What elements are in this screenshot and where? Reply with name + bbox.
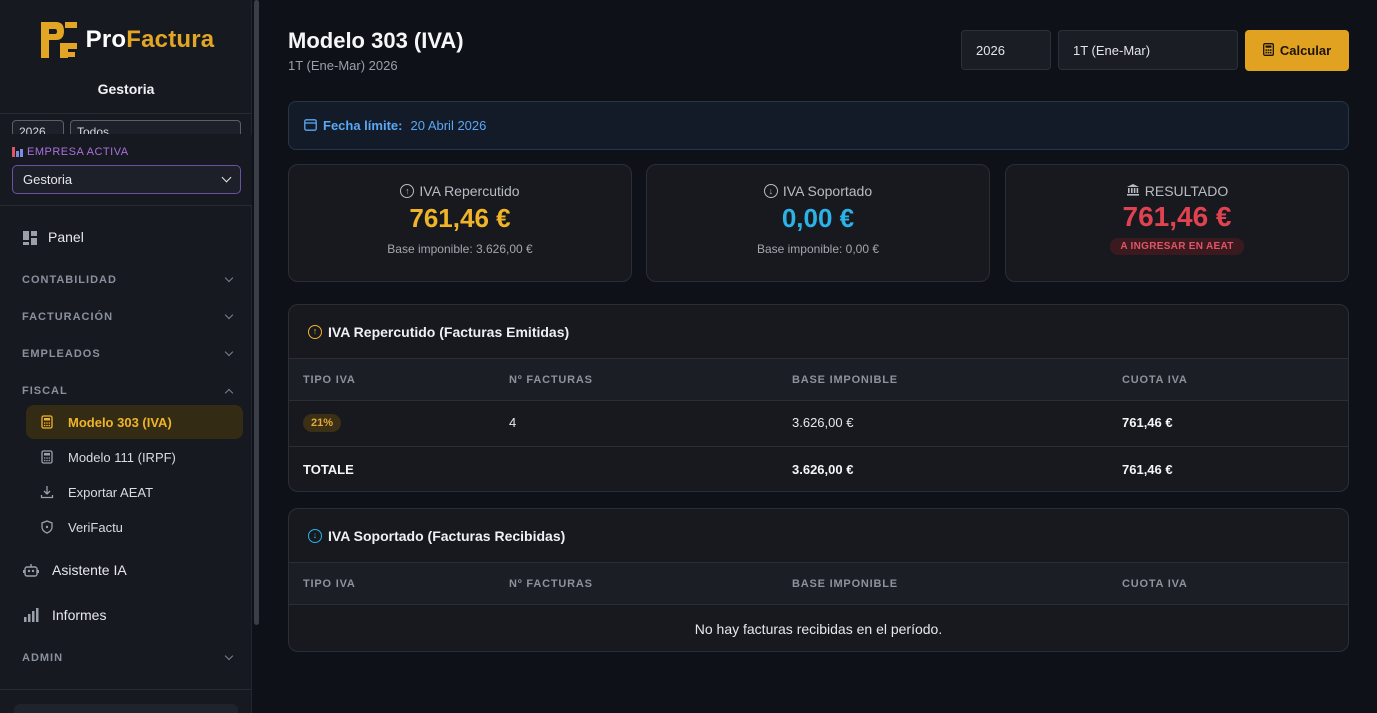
chevron-down-icon bbox=[224, 347, 234, 357]
brand-name: ProFactura bbox=[85, 26, 215, 53]
arrow-down-circle-icon: ↓ bbox=[763, 184, 778, 198]
company-select[interactable]: Gestoria bbox=[12, 165, 241, 194]
active-company-block: EMPRESA ACTIVA Gestoria bbox=[0, 135, 252, 205]
sidebar-footer-box[interactable] bbox=[14, 704, 238, 713]
column-header: TIPO IVA bbox=[303, 374, 356, 386]
sidebar-item-exportar-aeat[interactable]: Exportar AEAT bbox=[26, 475, 243, 509]
download-icon bbox=[40, 485, 54, 499]
deadline-banner: Fecha límite: 20 Abril 2026 bbox=[288, 101, 1349, 150]
iva-soportado-card: ↓ IVA Soportado 0,00 € Base imponible: 0… bbox=[646, 164, 990, 282]
arrow-down-circle-icon: ↓ bbox=[308, 528, 322, 543]
base-imponible: 3.626,00 € bbox=[792, 415, 854, 430]
resultado-value: 761,46 € bbox=[1122, 201, 1232, 232]
arrow-up-circle-icon: ↑ bbox=[308, 324, 322, 339]
card-title: RESULTADO bbox=[1006, 183, 1348, 199]
sidebar-section-empleados[interactable]: EMPLEADOS bbox=[22, 346, 234, 362]
chevron-down-icon bbox=[224, 651, 234, 661]
mini-filters: 2026 Todos bbox=[12, 120, 241, 134]
sidebar-scrollbar[interactable] bbox=[254, 0, 259, 625]
period-select[interactable]: 1T (Ene-Mar) bbox=[1058, 30, 1238, 70]
table-row: 21% 4 3.626,00 € 761,46 € bbox=[289, 401, 1348, 447]
calculator-icon bbox=[40, 450, 54, 464]
dashboard-icon bbox=[22, 230, 37, 245]
chevron-down-icon bbox=[221, 172, 232, 183]
total-base: 3.626,00 € bbox=[792, 462, 854, 477]
column-header: Nº FACTURAS bbox=[509, 374, 593, 386]
iva-soportado-value: 0,00 € bbox=[781, 203, 855, 233]
resultado-card: RESULTADO 761,46 € A INGRESAR EN AEAT bbox=[1005, 164, 1349, 282]
sidebar-item-modelo-111[interactable]: Modelo 111 (IRPF) bbox=[26, 440, 243, 474]
page-subtitle: 1T (Ene-Mar) 2026 bbox=[288, 58, 398, 73]
total-cuota: 761,46 € bbox=[1122, 462, 1173, 477]
sidebar-item-asistente-ia[interactable]: Asistente IA bbox=[22, 558, 127, 582]
robot-icon bbox=[22, 562, 40, 578]
bar-chart-icon bbox=[22, 607, 40, 623]
year-select[interactable]: 2026 bbox=[961, 30, 1051, 70]
cuota-iva: 761,46 € bbox=[1122, 415, 1173, 430]
chevron-down-icon bbox=[224, 310, 234, 320]
total-label: TOTALE bbox=[303, 462, 354, 477]
chevron-up-icon bbox=[224, 388, 234, 398]
divider bbox=[0, 205, 252, 206]
iva-repercutido-card: ↑ IVA Repercutido 761,46 € Base imponibl… bbox=[288, 164, 632, 282]
column-header: CUOTA IVA bbox=[1122, 578, 1188, 590]
sidebar-section-admin[interactable]: ADMIN bbox=[22, 650, 234, 666]
table-total-row: TOTALE 3.626,00 € 761,46 € bbox=[289, 447, 1348, 491]
year-mini-select[interactable]: 2026 bbox=[12, 120, 64, 134]
column-header: CUOTA IVA bbox=[1122, 374, 1188, 386]
main-content: Modelo 303 (IVA) 1T (Ene-Mar) 2026 2026 … bbox=[260, 0, 1377, 713]
chart-icon bbox=[12, 147, 23, 157]
card-title: ↓ IVA Soportado bbox=[647, 183, 989, 199]
sidebar-item-modelo-303[interactable]: Modelo 303 (IVA) bbox=[26, 405, 243, 439]
bank-icon bbox=[1126, 183, 1140, 199]
divider bbox=[0, 689, 252, 690]
sidebar: ProFactura Gestoria 2026 Todos EMPRESA A… bbox=[0, 0, 252, 713]
calculator-icon bbox=[1262, 42, 1274, 59]
sidebar-item-verifactu[interactable]: VeriFactu bbox=[26, 510, 243, 544]
active-company-label: EMPRESA ACTIVA bbox=[12, 146, 129, 158]
arrow-up-circle-icon: ↑ bbox=[400, 184, 415, 198]
company-heading: Gestoria bbox=[97, 81, 155, 97]
tipo-iva-badge: 21% bbox=[303, 414, 342, 432]
empty-state-message: No hay facturas recibidas en el período. bbox=[694, 621, 943, 637]
deadline-label: Fecha límite: bbox=[323, 118, 403, 133]
iva-soportado-panel: ↓ IVA Soportado (Facturas Recibidas) TIP… bbox=[288, 508, 1349, 652]
table-header: TIPO IVA Nº FACTURAS BASE IMPONIBLE CUOT… bbox=[289, 359, 1348, 401]
iva-repercutido-panel: ↑ IVA Repercutido (Facturas Emitidas) TI… bbox=[288, 304, 1349, 492]
shield-icon bbox=[40, 520, 54, 534]
profactura-logo-icon bbox=[38, 19, 80, 61]
facturas-count: 4 bbox=[509, 415, 517, 430]
filter-mini-select[interactable]: Todos bbox=[70, 120, 241, 134]
chevron-down-icon bbox=[224, 273, 234, 283]
deadline-value: 20 Abril 2026 bbox=[410, 118, 487, 133]
iva-repercutido-base: Base imponible: 3.626,00 € bbox=[387, 242, 533, 256]
divider bbox=[0, 113, 252, 114]
status-badge: A INGRESAR EN AEAT bbox=[1110, 238, 1244, 255]
panel-title: ↑ IVA Repercutido (Facturas Emitidas) bbox=[289, 305, 1348, 359]
column-header: Nº FACTURAS bbox=[509, 578, 593, 590]
column-header: TIPO IVA bbox=[303, 578, 356, 590]
sidebar-item-informes[interactable]: Informes bbox=[22, 603, 106, 627]
calcular-button[interactable]: Calcular bbox=[1245, 30, 1349, 71]
sidebar-item-panel[interactable]: Panel bbox=[22, 225, 84, 249]
sidebar-section-contabilidad[interactable]: CONTABILIDAD bbox=[22, 272, 234, 288]
brand[interactable]: ProFactura bbox=[0, 18, 252, 62]
table-header: TIPO IVA Nº FACTURAS BASE IMPONIBLE CUOT… bbox=[289, 563, 1348, 605]
column-header: BASE IMPONIBLE bbox=[792, 578, 898, 590]
calendar-icon bbox=[304, 118, 317, 134]
calculator-icon bbox=[40, 415, 54, 429]
iva-repercutido-value: 761,46 € bbox=[409, 203, 511, 233]
panel-title: ↓ IVA Soportado (Facturas Recibidas) bbox=[289, 509, 1348, 563]
iva-soportado-base: Base imponible: 0,00 € bbox=[756, 242, 880, 256]
sidebar-section-facturacion[interactable]: FACTURACIÓN bbox=[22, 309, 234, 325]
card-title: ↑ IVA Repercutido bbox=[289, 183, 631, 199]
page-title: Modelo 303 (IVA) bbox=[288, 28, 464, 53]
column-header: BASE IMPONIBLE bbox=[792, 374, 898, 386]
sidebar-section-fiscal[interactable]: FISCAL bbox=[22, 383, 234, 399]
